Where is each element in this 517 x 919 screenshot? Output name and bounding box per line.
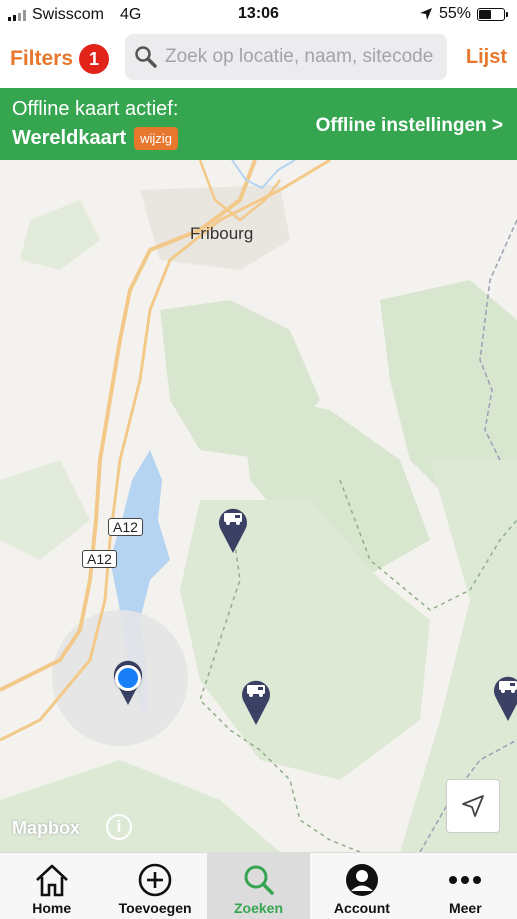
camper-pin[interactable] (240, 674, 272, 726)
offline-map-name: Wereldkaart (12, 127, 127, 149)
recenter-location-button[interactable] (446, 779, 500, 833)
battery-label: 55% (438, 5, 471, 22)
tab-search-label: Zoeken (234, 900, 284, 916)
offline-status-label: Offline kaart actief: (12, 98, 179, 120)
city-label-fribourg: Fribourg (190, 224, 254, 243)
filters-button[interactable]: Filters 1 (10, 44, 110, 74)
list-view-button[interactable]: Lijst (466, 46, 507, 69)
tab-home[interactable]: Home (0, 853, 103, 919)
offline-map-banner: Offline kaart actief: Wereldkaart wijzig… (0, 88, 517, 160)
search-box[interactable] (125, 34, 447, 80)
navigation-arrow-icon (462, 795, 484, 817)
tab-account[interactable]: Account (310, 853, 413, 919)
status-bar: Swisscom 4G 13:06 55% (0, 0, 517, 30)
tab-more-label: Meer (448, 900, 482, 916)
map-background (0, 160, 517, 852)
tab-more[interactable]: Meer (414, 853, 517, 919)
add-icon (138, 863, 172, 897)
search-icon (135, 46, 157, 68)
tab-home-label: Home (32, 900, 72, 916)
mapbox-logo: Mapbox (12, 818, 81, 838)
tab-search[interactable]: Zoeken (206, 853, 311, 919)
tab-bar: Home Toevoegen Zoeken Account Meer (0, 852, 517, 919)
search-icon (244, 865, 274, 895)
tab-add[interactable]: Toevoegen (103, 853, 206, 919)
battery-icon (477, 7, 508, 21)
account-icon (345, 864, 378, 896)
location-arrow-icon (419, 8, 432, 20)
tab-add-label: Toevoegen (118, 900, 192, 916)
map-view[interactable]: Fribourg A12 A12 Mapbox i (0, 160, 517, 852)
home-icon (35, 864, 68, 897)
user-location-dot (115, 665, 141, 691)
status-right: 55% (419, 5, 508, 23)
road-label-a12-bottom: A12 (82, 550, 117, 568)
top-bar: Filters 1 Lijst (0, 30, 517, 88)
more-icon (449, 876, 482, 884)
filters-label: Filters (10, 47, 74, 70)
change-map-button[interactable]: wijzig (134, 127, 178, 150)
info-icon[interactable]: i (106, 814, 132, 840)
filters-count-badge: 1 (79, 44, 110, 74)
road-label-a12-top: A12 (108, 518, 143, 536)
tab-account-label: Account (333, 900, 390, 916)
search-input[interactable] (163, 45, 447, 69)
offline-settings-link[interactable]: Offline instellingen > (316, 115, 503, 137)
camper-pin[interactable] (217, 502, 249, 554)
camper-pin[interactable] (492, 670, 517, 722)
offline-map-row: Wereldkaart wijzig (12, 127, 178, 150)
